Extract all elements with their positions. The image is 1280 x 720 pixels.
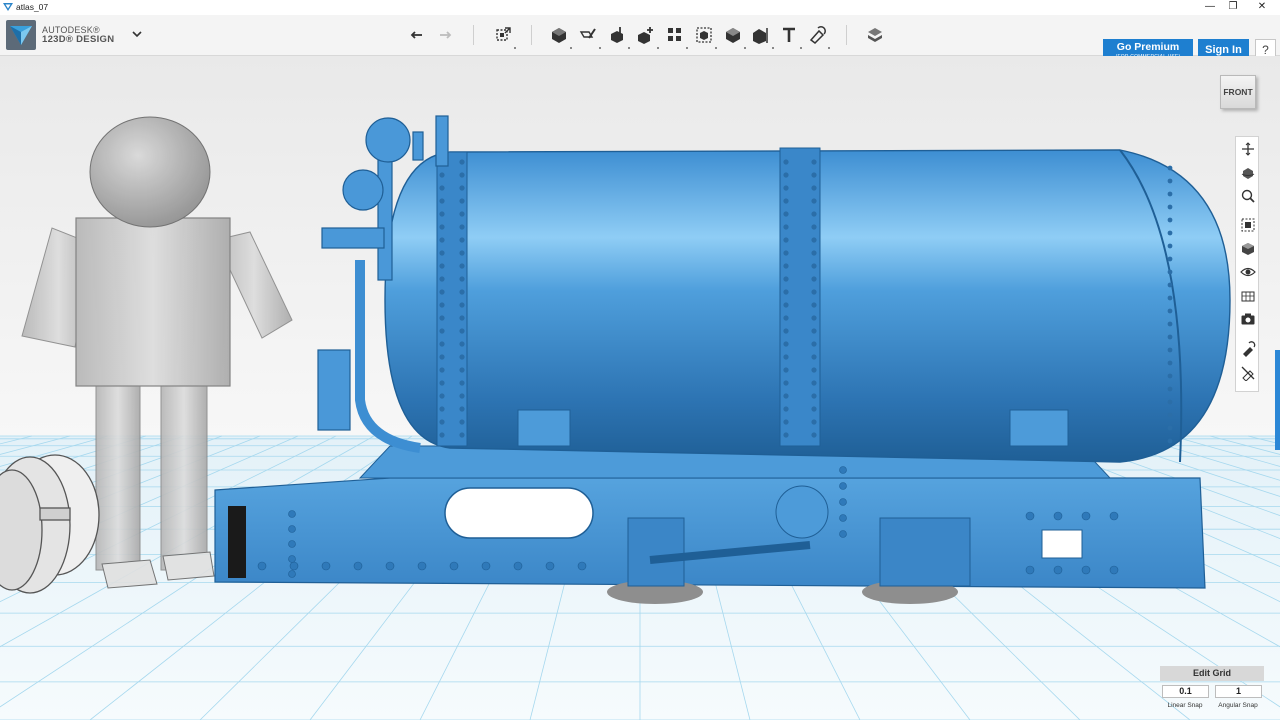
sketch-icon[interactable]: [577, 24, 601, 49]
scene-canvas[interactable]: [0, 56, 1280, 720]
grouping-icon[interactable]: [693, 24, 717, 49]
navigation-bar: [1235, 136, 1259, 392]
right-panel-handle[interactable]: [1275, 350, 1280, 450]
text-icon[interactable]: [778, 24, 802, 49]
toolbar-separator: [531, 25, 532, 45]
visibility-icon[interactable]: [1240, 264, 1256, 280]
combine-icon[interactable]: [722, 24, 746, 49]
brand-logo-icon[interactable]: [6, 20, 36, 50]
pan-icon[interactable]: [1240, 141, 1256, 157]
linear-snap-input[interactable]: 0.1: [1162, 685, 1209, 698]
orbit-icon[interactable]: [1240, 165, 1256, 181]
grid-panel: Edit Grid 0.1 1 Linear Snap Angular Snap: [1160, 666, 1264, 716]
transform-icon[interactable]: [492, 24, 516, 49]
3d-viewport[interactable]: FRONT Edit Grid 0.1 1 Linear Snap Angula…: [0, 56, 1280, 720]
zoom-icon[interactable]: [1240, 188, 1256, 204]
redo-icon[interactable]: [434, 24, 456, 46]
brand-name: AUTODESK® 123D® DESIGN: [42, 25, 114, 45]
boiler-tank-model[interactable]: [384, 147, 1231, 463]
linear-snap-label: Linear Snap: [1167, 702, 1203, 709]
window-titlebar: atlas_07 — ❐ ✕: [0, 0, 1280, 15]
go-premium-label: Go Premium: [1116, 41, 1180, 53]
fit-icon[interactable]: [1240, 217, 1256, 233]
undo-icon[interactable]: [406, 24, 428, 46]
edit-grid-button[interactable]: Edit Grid: [1160, 666, 1264, 681]
material-icon[interactable]: [864, 24, 886, 46]
screenshot-icon[interactable]: [1240, 311, 1256, 327]
construct-icon[interactable]: [606, 24, 630, 49]
app-logo-icon: [3, 3, 13, 11]
measure-icon[interactable]: [750, 24, 774, 49]
brand-product: 123D® DESIGN: [42, 34, 115, 45]
hide-icon[interactable]: [1240, 365, 1256, 381]
toolbar-separator: [846, 25, 847, 45]
window-title: atlas_07: [16, 2, 49, 12]
angular-snap-input[interactable]: 1: [1215, 685, 1262, 698]
modify-icon[interactable]: [635, 24, 659, 49]
view-cube[interactable]: FRONT: [1220, 75, 1256, 109]
angular-snap-label: Angular Snap: [1218, 702, 1258, 709]
chevron-down-icon[interactable]: [130, 27, 144, 41]
view-perspective-icon[interactable]: [1240, 241, 1256, 257]
toolbar-separator: [473, 25, 474, 45]
material-display-icon[interactable]: [1240, 288, 1256, 304]
snap-toggle-icon[interactable]: [1240, 341, 1256, 357]
primitives-icon[interactable]: [548, 24, 572, 49]
close-button[interactable]: ✕: [1245, 0, 1279, 15]
snap-icon[interactable]: [806, 24, 830, 49]
app-toolbar: AUTODESK® 123D® DESIGN Go Premium Sign I…: [0, 15, 1280, 62]
pattern-icon[interactable]: [664, 24, 688, 49]
